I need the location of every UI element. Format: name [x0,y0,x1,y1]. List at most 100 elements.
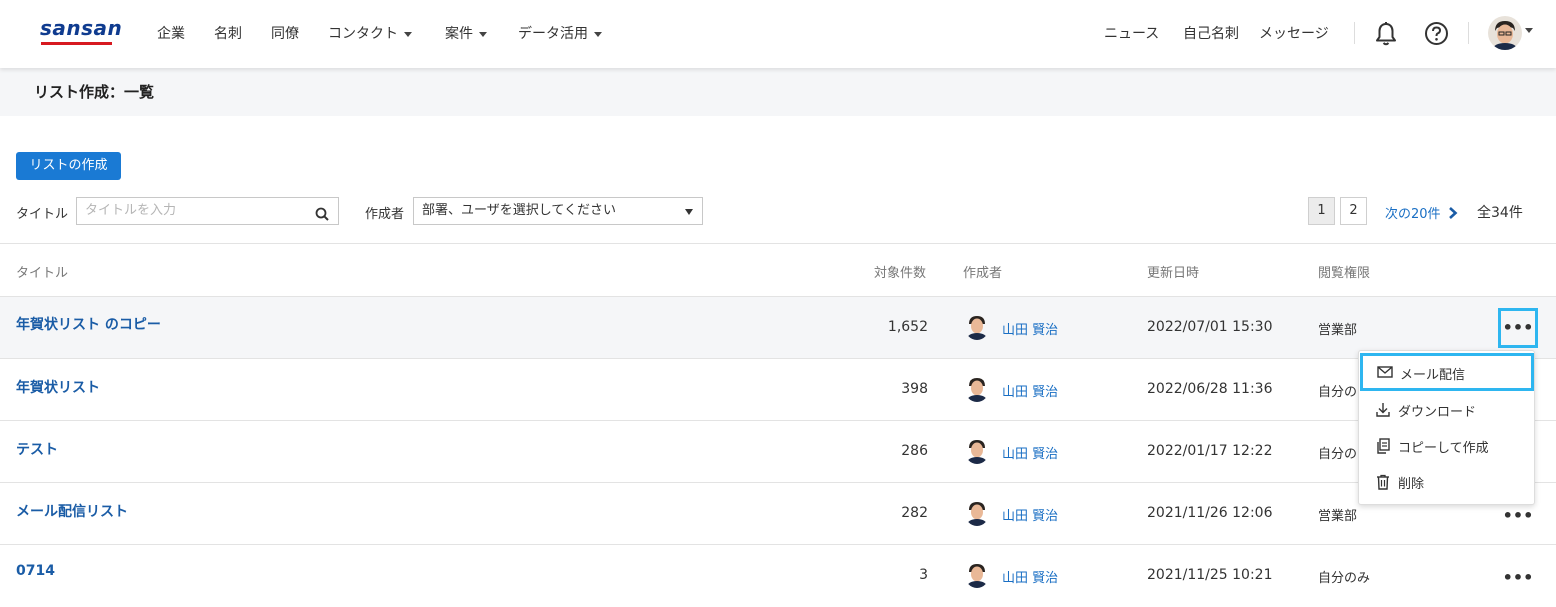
table-row: テスト 286 山田 賢治 2022/01/17 12:22 自分の [0,421,1556,483]
menu-item-label: メール配信 [1400,368,1466,383]
download-icon [1375,402,1391,422]
target-count: 1,652 [887,319,928,335]
nav-divider [1468,22,1469,44]
divider [0,243,1556,244]
create-list-button[interactable]: リストの作成 [16,152,121,180]
updated-datetime: 2022/01/17 12:22 [1147,443,1273,459]
list-title-link[interactable]: 年賀状リスト [16,377,100,397]
creator-filter-label: 作成者 [365,207,405,222]
view-permission: 自分の [1318,385,1358,400]
view-permission: 営業部 [1318,509,1358,524]
view-permission: 営業部 [1318,323,1358,338]
page-button-2[interactable]: 2 [1340,197,1367,225]
select-arrow-icon [685,209,693,215]
chevron-right-icon [1445,207,1458,222]
nav-label: 同僚 [271,26,299,42]
top-navbar: sansan 企業 名刺 同僚 コンタクト 案件 データ活用 ニュース 自己名刺… [0,0,1556,68]
target-count: 3 [919,567,928,583]
page-button-1[interactable]: 1 [1308,197,1335,225]
updated-datetime: 2021/11/26 12:06 [1147,505,1273,521]
nav-label: コンタクト [328,26,398,42]
nav-messages[interactable]: メッセージ [1259,23,1329,43]
target-count: 282 [901,505,928,521]
table-row: メール配信リスト 282 山田 賢治 2021/11/26 12:06 営業部 … [0,483,1556,545]
title-search-placeholder: タイトルを入力 [85,203,177,218]
list-title-link[interactable]: 年賀状リスト のコピー [16,314,161,334]
column-header-permission: 閲覧権限 [1318,266,1371,281]
creator-name-link[interactable]: 山田 賢治 [1002,443,1058,462]
creator-name-link[interactable]: 山田 賢治 [1002,381,1058,400]
view-permission: 自分のみ [1318,571,1371,586]
nav-label: 名刺 [214,26,242,42]
nav-business-cards[interactable]: 名刺 [214,23,242,43]
creator-avatar [965,314,989,340]
page-title: リスト作成：一覧 [34,83,155,101]
table-row: 年賀状リスト のコピー 1,652 山田 賢治 2022/07/01 15:30… [0,297,1556,359]
updated-datetime: 2022/06/28 11:36 [1147,381,1273,397]
nav-label: 案件 [445,26,473,42]
creator-select[interactable]: 部署、ユーザを選択してください [413,197,703,225]
creator-avatar [965,376,989,402]
list-title-link[interactable]: メール配信リスト [16,501,128,521]
help-icon[interactable] [1424,21,1449,50]
creator-name-link[interactable]: 山田 賢治 [1002,319,1058,338]
sansan-logo[interactable]: sansan [40,16,122,40]
menu-item-send-mail[interactable]: メール配信 [1360,353,1534,391]
menu-item-delete[interactable]: 削除 [1359,463,1536,499]
list-title-link[interactable]: テスト [16,439,58,459]
bell-icon[interactable] [1374,21,1398,51]
trash-icon [1375,474,1391,494]
table-row: 年賀状リスト 398 山田 賢治 2022/06/28 11:36 自分の [0,359,1556,421]
user-avatar[interactable] [1488,16,1522,50]
next-page-link[interactable]: 次の20件 [1385,203,1458,222]
column-header-count: 対象件数 [874,266,927,281]
more-actions-button[interactable]: ••• [1498,558,1538,598]
nav-deals[interactable]: 案件 [445,23,487,43]
column-header-updated: 更新日時 [1147,266,1200,281]
next-page-label: 次の20件 [1385,207,1441,222]
target-count: 398 [901,381,928,397]
nav-divider [1354,22,1355,44]
caret-down-icon [404,31,412,37]
copy-icon [1375,438,1391,458]
more-actions-button[interactable]: ••• [1498,308,1538,348]
nav-news[interactable]: ニュース [1104,23,1159,43]
page-subheader [0,68,1556,116]
target-count: 286 [901,443,928,459]
avatar-caret-icon[interactable] [1525,22,1533,38]
logo-underline [41,42,112,45]
caret-down-icon [479,31,487,37]
total-count: 全34件 [1477,205,1523,221]
caret-down-icon [594,31,602,37]
menu-item-label: コピーして作成 [1398,441,1489,456]
mail-icon [1377,365,1393,383]
menu-item-download[interactable]: ダウンロード [1359,391,1536,427]
column-header-creator: 作成者 [963,266,1003,281]
creator-avatar [965,562,989,588]
menu-item-label: 削除 [1398,477,1425,492]
creator-select-value: 部署、ユーザを選択してください [422,203,616,218]
row-actions-menu: メール配信 ダウンロード コピーして作成 削除 [1358,350,1535,505]
title-search-input[interactable]: タイトルを入力 [76,197,339,225]
updated-datetime: 2022/07/01 15:30 [1147,319,1273,335]
nav-label: データ活用 [518,26,588,42]
updated-datetime: 2021/11/25 10:21 [1147,567,1273,583]
search-icon[interactable] [315,205,329,231]
nav-contacts[interactable]: コンタクト [328,23,412,43]
view-permission: 自分の [1318,447,1358,462]
title-filter-label: タイトル [16,207,69,222]
menu-item-copy-create[interactable]: コピーして作成 [1359,427,1536,463]
creator-name-link[interactable]: 山田 賢治 [1002,567,1058,586]
nav-companies[interactable]: 企業 [157,23,185,43]
creator-avatar [965,438,989,464]
list-title-link[interactable]: 0714 [16,563,55,579]
nav-my-card[interactable]: 自己名刺 [1183,23,1239,43]
menu-item-label: ダウンロード [1398,405,1477,420]
nav-data-utilization[interactable]: データ活用 [518,23,602,43]
nav-colleagues[interactable]: 同僚 [271,23,299,43]
table-row: 0714 3 山田 賢治 2021/11/25 10:21 自分のみ ••• [0,545,1556,607]
column-header-title: タイトル [16,266,69,281]
nav-label: 企業 [157,26,185,42]
creator-avatar [965,500,989,526]
creator-name-link[interactable]: 山田 賢治 [1002,505,1058,524]
